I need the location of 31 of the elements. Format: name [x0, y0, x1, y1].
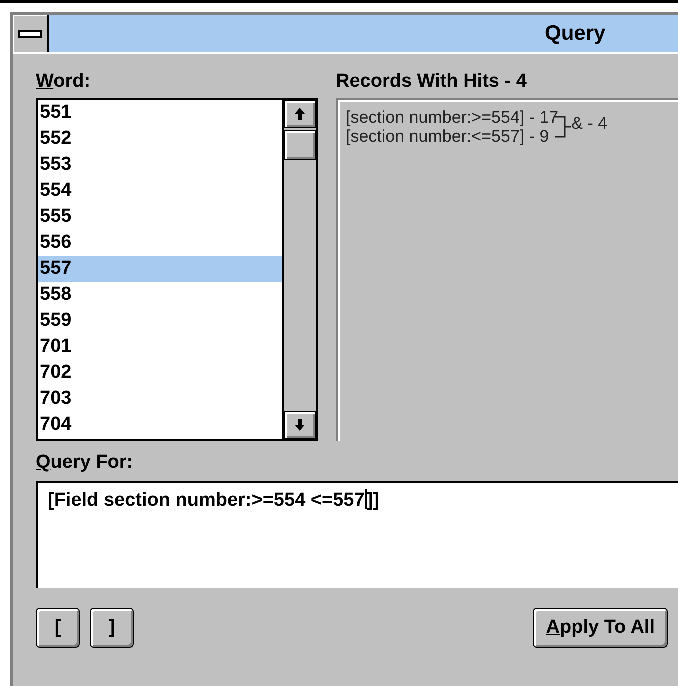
records-label: Records With Hits - 4 — [336, 70, 528, 94]
up-arrow-icon[interactable] — [294, 107, 306, 121]
list-item[interactable]: 704 — [38, 412, 282, 438]
scroll-thumb[interactable] — [284, 130, 316, 160]
word-label: Word: — [36, 70, 92, 94]
list-item[interactable]: 701 — [38, 334, 282, 360]
window-title: Query — [545, 22, 606, 46]
word-listbox[interactable]: 551 552 553 554 555 556 557 558 559 701 702 703 704 — [36, 98, 318, 441]
record-line: [section number:>=554] - 17 — [346, 108, 559, 127]
apply-to-all-button[interactable]: Apply To All — [533, 608, 668, 648]
query-field[interactable]: [Field section number:>=554 <=557]] — [36, 481, 678, 588]
list-item[interactable]: 552 — [38, 126, 282, 152]
close-bracket-button[interactable]: ] — [90, 608, 134, 648]
list-item[interactable]: 703 — [38, 386, 282, 412]
list-item[interactable]: 551 — [38, 100, 282, 126]
list-item[interactable]: 558 — [38, 282, 282, 308]
scrollbar[interactable] — [282, 100, 316, 439]
combined-count: & - 4 — [572, 114, 608, 134]
record-line: [section number:<=557] - 9 — [346, 127, 550, 146]
open-bracket-button[interactable]: [ — [36, 608, 80, 648]
system-menu-button[interactable] — [13, 15, 49, 52]
list-item[interactable]: 702 — [38, 360, 282, 386]
list-item[interactable]: 556 — [38, 230, 282, 256]
list-item[interactable]: 554 — [38, 178, 282, 204]
dash-icon — [18, 30, 42, 38]
list-item[interactable]: 557 — [38, 256, 282, 282]
list-item[interactable]: 553 — [38, 152, 282, 178]
list-item[interactable]: 555 — [38, 204, 282, 230]
query-label: Query For: — [36, 451, 134, 475]
down-arrow-icon[interactable] — [294, 418, 306, 432]
list-item[interactable]: 559 — [38, 308, 282, 334]
